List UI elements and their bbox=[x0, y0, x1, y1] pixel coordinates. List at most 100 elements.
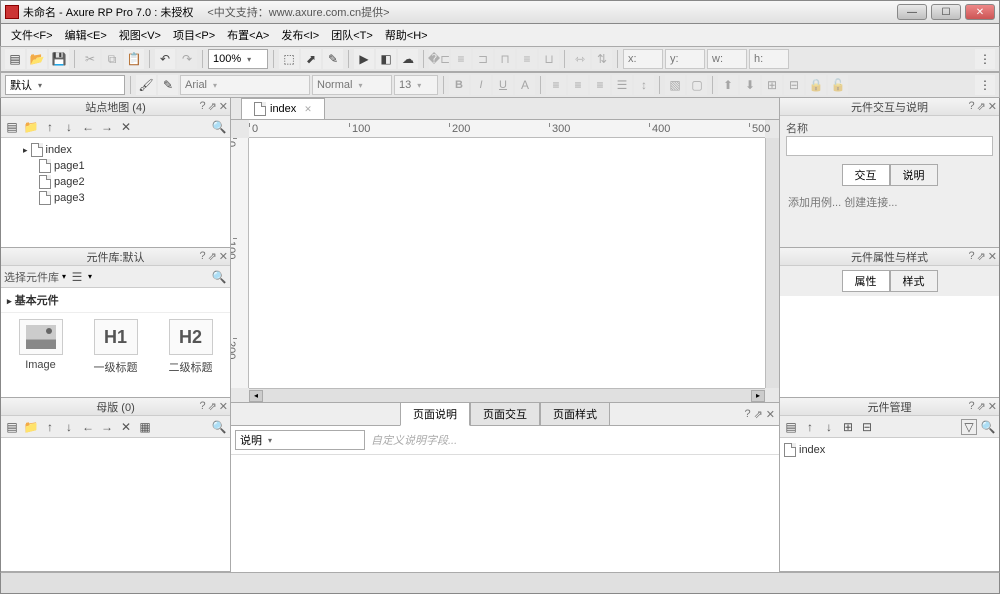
publish-icon[interactable]: ☁ bbox=[398, 49, 418, 69]
menu-publish[interactable]: 发布<I> bbox=[275, 25, 325, 45]
lib-section[interactable]: 基本元件 bbox=[15, 295, 59, 307]
select-mode-icon[interactable]: ⬚ bbox=[279, 49, 299, 69]
share-icon[interactable]: ◧ bbox=[376, 49, 396, 69]
outline-tree-icon[interactable]: ▤ bbox=[783, 419, 799, 435]
tab-page-interactions[interactable]: 页面交互 bbox=[470, 402, 540, 426]
tree-page[interactable]: page1 bbox=[5, 158, 226, 174]
tab-style[interactable]: 样式 bbox=[890, 270, 938, 292]
search-icon[interactable]: 🔍 bbox=[211, 119, 227, 135]
back-icon[interactable]: ⬇ bbox=[740, 75, 760, 95]
library-selector[interactable]: 选择元件库 bbox=[4, 269, 59, 285]
size-select[interactable]: 13▾ bbox=[394, 75, 438, 95]
add-page-icon[interactable]: ▤ bbox=[4, 119, 20, 135]
move-up-icon[interactable]: ↑ bbox=[42, 119, 58, 135]
italic-icon[interactable]: I bbox=[471, 75, 491, 95]
eyedropper-icon[interactable]: ✎ bbox=[158, 75, 178, 95]
font-select[interactable]: Arial▾ bbox=[180, 75, 310, 95]
bullets-icon[interactable]: ☰ bbox=[612, 75, 632, 95]
tab-page-style[interactable]: 页面样式 bbox=[540, 402, 610, 426]
delete-icon[interactable]: ✕ bbox=[118, 119, 134, 135]
align-center-icon[interactable]: ≡ bbox=[451, 49, 471, 69]
menu-help[interactable]: 帮助<H> bbox=[379, 25, 434, 45]
style-select[interactable]: 默认▾ bbox=[5, 75, 125, 95]
format-overflow-icon[interactable]: ⋮ bbox=[975, 75, 995, 95]
new-icon[interactable]: ▤ bbox=[5, 49, 25, 69]
widget-h1[interactable]: H1一级标题 bbox=[82, 319, 149, 375]
lock-icon[interactable]: 🔒 bbox=[806, 75, 826, 95]
canvas[interactable] bbox=[249, 138, 765, 388]
save-icon[interactable]: 💾 bbox=[49, 49, 69, 69]
tab-page-notes[interactable]: 页面说明 bbox=[400, 402, 470, 426]
preview-icon[interactable]: ▶ bbox=[354, 49, 374, 69]
tab-properties[interactable]: 属性 bbox=[842, 270, 890, 292]
ungroup-icon[interactable]: ⊟ bbox=[784, 75, 804, 95]
indent-icon[interactable]: → bbox=[99, 119, 115, 135]
align-middle-icon[interactable]: ≡ bbox=[517, 49, 537, 69]
outline-search-icon[interactable]: 🔍 bbox=[980, 419, 996, 435]
align-bottom-icon[interactable]: ⊔ bbox=[539, 49, 559, 69]
unlock-icon[interactable]: 🔓 bbox=[828, 75, 848, 95]
x-field[interactable]: x: bbox=[623, 49, 663, 69]
tab-interactions[interactable]: 交互 bbox=[842, 164, 890, 186]
menu-project[interactable]: 项目<P> bbox=[167, 25, 221, 45]
align-left-icon[interactable]: �⊏ bbox=[429, 49, 449, 69]
tree-page[interactable]: page3 bbox=[5, 190, 226, 206]
redo-icon[interactable]: ↷ bbox=[177, 49, 197, 69]
menu-file[interactable]: 文件<F> bbox=[5, 25, 59, 45]
outline-item[interactable]: index bbox=[784, 442, 995, 458]
help-icon[interactable]: ? bbox=[199, 100, 205, 113]
toolbar-overflow-icon[interactable]: ⋮ bbox=[975, 49, 995, 69]
filter-icon[interactable]: ▽ bbox=[961, 419, 977, 435]
tree-root[interactable]: ▸index bbox=[5, 142, 226, 158]
scrollbar-vertical[interactable] bbox=[765, 138, 779, 388]
tab-close-icon[interactable]: ✕ bbox=[304, 104, 312, 115]
lib-menu-icon[interactable]: ☰ bbox=[69, 269, 85, 285]
w-field[interactable]: w: bbox=[707, 49, 747, 69]
format-painter-icon[interactable]: 🖌 bbox=[136, 75, 156, 95]
menu-arrange[interactable]: 布置<A> bbox=[221, 25, 275, 45]
interaction-links[interactable]: 添加用例... 创建连接... bbox=[780, 190, 999, 214]
pen-icon[interactable]: ✎ bbox=[323, 49, 343, 69]
paste-icon[interactable]: 📋 bbox=[124, 49, 144, 69]
group-icon[interactable]: ⊞ bbox=[762, 75, 782, 95]
add-master-folder-icon[interactable]: 📁 bbox=[23, 419, 39, 435]
master-behavior-icon[interactable]: ▦ bbox=[137, 419, 153, 435]
border-icon[interactable]: ▢ bbox=[687, 75, 707, 95]
undo-icon[interactable]: ↶ bbox=[155, 49, 175, 69]
align-right-icon[interactable]: ⊐ bbox=[473, 49, 493, 69]
textalign-center-icon[interactable]: ≡ bbox=[568, 75, 588, 95]
textalign-right-icon[interactable]: ≡ bbox=[590, 75, 610, 95]
zoom-select[interactable]: 100%▾ bbox=[208, 49, 268, 69]
tree-page[interactable]: page2 bbox=[5, 174, 226, 190]
outdent-icon[interactable]: ← bbox=[80, 119, 96, 135]
underline-icon[interactable]: U bbox=[493, 75, 513, 95]
cut-icon[interactable]: ✂ bbox=[80, 49, 100, 69]
y-field[interactable]: y: bbox=[665, 49, 705, 69]
distribute-v-icon[interactable]: ⇅ bbox=[592, 49, 612, 69]
scrollbar-horizontal[interactable]: ◂ ▸ bbox=[249, 388, 765, 402]
widget-h2[interactable]: H2二级标题 bbox=[157, 319, 224, 375]
note-textarea[interactable] bbox=[231, 455, 779, 572]
maximize-button[interactable]: ☐ bbox=[931, 4, 961, 20]
widget-image[interactable]: Image bbox=[7, 319, 74, 375]
line-spacing-icon[interactable]: ↕ bbox=[634, 75, 654, 95]
lib-search-icon[interactable]: 🔍 bbox=[211, 269, 227, 285]
connector-icon[interactable]: ⬈ bbox=[301, 49, 321, 69]
menu-view[interactable]: 视图<V> bbox=[113, 25, 167, 45]
add-folder-icon[interactable]: 📁 bbox=[23, 119, 39, 135]
canvas-tab[interactable]: index✕ bbox=[241, 98, 325, 119]
scroll-left-icon[interactable]: ◂ bbox=[249, 390, 263, 402]
add-master-icon[interactable]: ▤ bbox=[4, 419, 20, 435]
front-icon[interactable]: ⬆ bbox=[718, 75, 738, 95]
textalign-left-icon[interactable]: ≡ bbox=[546, 75, 566, 95]
minimize-button[interactable]: — bbox=[897, 4, 927, 20]
panel-close-icon[interactable]: ✕ bbox=[219, 100, 228, 113]
scroll-right-icon[interactable]: ▸ bbox=[751, 390, 765, 402]
open-icon[interactable]: 📂 bbox=[27, 49, 47, 69]
bold-icon[interactable]: B bbox=[449, 75, 469, 95]
distribute-h-icon[interactable]: ⇿ bbox=[570, 49, 590, 69]
h-field[interactable]: h: bbox=[749, 49, 789, 69]
menu-team[interactable]: 团队<T> bbox=[325, 25, 379, 45]
copy-icon[interactable]: ⧉ bbox=[102, 49, 122, 69]
textcolor-icon[interactable]: A bbox=[515, 75, 535, 95]
